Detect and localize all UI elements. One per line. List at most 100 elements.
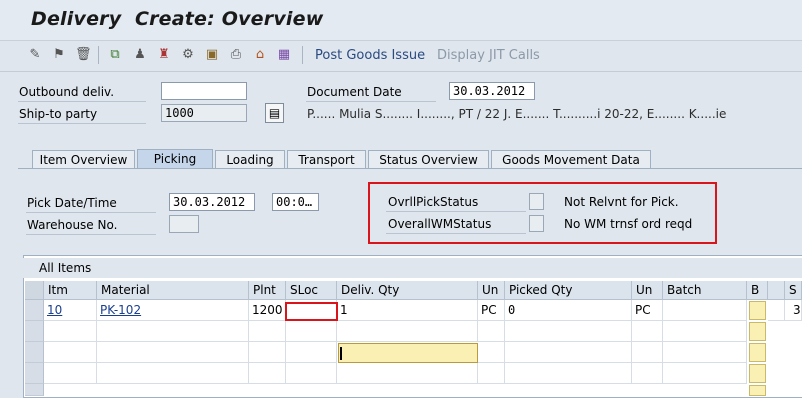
table-title-bar: All Items (23, 258, 802, 278)
empty-b-cell[interactable] (749, 364, 766, 383)
title-bar: Delivery Create: Overview (0, 0, 802, 41)
page-title: Delivery Create: Overview (31, 8, 324, 30)
tab-loading[interactable]: Loading (215, 150, 285, 169)
cell-un[interactable]: PC (478, 300, 505, 321)
ship-to-field: 1000 (161, 104, 247, 122)
home-icon[interactable]: ⌂ (252, 47, 268, 63)
empty-cell[interactable] (632, 321, 663, 342)
empty-cell[interactable] (249, 342, 286, 363)
print-icon[interactable]: ⎙ (228, 47, 244, 63)
empty-cell[interactable] (663, 342, 747, 363)
document-icon: ▤ (268, 106, 281, 120)
empty-cell[interactable] (478, 363, 505, 384)
post-goods-issue-button[interactable]: Post Goods Issue (315, 48, 425, 63)
edit-icon[interactable]: ✎ (27, 47, 43, 63)
col-header-picked-qty[interactable]: Picked Qty (505, 281, 632, 300)
col-header-un2[interactable]: Un (632, 281, 663, 300)
tab-item-overview[interactable]: Item Overview (32, 150, 135, 169)
cell-s[interactable]: 3 (785, 300, 802, 321)
ship-to-address: P...... Mulia S........ I........, PT / … (307, 107, 727, 121)
col-header-s[interactable]: S (785, 281, 802, 300)
cell-picked-qty[interactable]: 0 (505, 300, 632, 321)
ship-to-label: Ship-to party (19, 107, 98, 121)
col-header-batch[interactable]: Batch (663, 281, 747, 300)
item-link[interactable]: 10 (47, 303, 62, 317)
active-input-cell[interactable] (338, 343, 478, 363)
row-selector[interactable] (25, 384, 44, 396)
empty-cell[interactable] (97, 342, 249, 363)
empty-b-cell[interactable] (749, 322, 766, 341)
empty-b-cell[interactable] (749, 385, 766, 396)
tab-transport[interactable]: Transport (287, 150, 366, 169)
empty-cell[interactable] (505, 321, 632, 342)
empty-cell[interactable] (97, 363, 249, 384)
col-header-un[interactable]: Un (478, 281, 505, 300)
col-header-sloc[interactable]: SLoc (286, 281, 337, 300)
toolbar-separator (302, 46, 303, 64)
address-details-button[interactable]: ▤ (265, 103, 284, 123)
pick-time-field[interactable]: 00:0… (272, 193, 319, 211)
empty-cell[interactable] (337, 363, 478, 384)
empty-cell[interactable] (286, 342, 337, 363)
warehouse-label: Warehouse No. (27, 218, 118, 232)
cell-material[interactable]: PK-102 (97, 300, 249, 321)
empty-cell[interactable] (505, 363, 632, 384)
empty-cell[interactable] (44, 321, 97, 342)
partner-icon[interactable]: ♜ (156, 47, 172, 63)
flag-icon[interactable]: ⚑ (51, 47, 67, 63)
empty-cell[interactable] (478, 342, 505, 363)
row-selector[interactable] (25, 363, 44, 384)
person-icon[interactable]: ♟ (132, 47, 148, 63)
empty-cell[interactable] (249, 363, 286, 384)
empty-cell[interactable] (249, 321, 286, 342)
package-icon[interactable]: ▣ (204, 47, 220, 63)
empty-cell[interactable] (632, 363, 663, 384)
empty-cell[interactable] (286, 321, 337, 342)
row-selector[interactable] (25, 300, 44, 321)
cell-batch[interactable] (663, 300, 747, 321)
col-header-b[interactable]: B (747, 281, 768, 300)
tab-goods-movement-data[interactable]: Goods Movement Data (491, 150, 651, 169)
display-jit-calls-button[interactable]: Display JIT Calls (437, 48, 540, 63)
material-link[interactable]: PK-102 (100, 303, 141, 317)
pick-date-label: Pick Date/Time (27, 196, 117, 210)
select-all-cell[interactable] (25, 281, 44, 300)
empty-cell[interactable] (97, 321, 249, 342)
empty-b-cell[interactable] (749, 343, 766, 362)
pick-date-field[interactable]: 30.03.2012 (169, 193, 255, 211)
text-cursor (340, 347, 342, 360)
empty-cell[interactable] (286, 363, 337, 384)
row-selector[interactable] (25, 342, 44, 363)
empty-cell[interactable] (44, 363, 97, 384)
empty-cell[interactable] (632, 342, 663, 363)
toolbar-separator (98, 46, 99, 64)
outbound-deliv-field[interactable] (161, 82, 247, 100)
empty-cell[interactable] (478, 321, 505, 342)
document-date-field[interactable]: 30.03.2012 (449, 82, 535, 100)
tab-picking[interactable]: Picking (137, 149, 213, 170)
cell-plnt[interactable]: 1200 (249, 300, 286, 321)
delete-icon[interactable]: 🗑 (75, 47, 92, 63)
tab-status-overview[interactable]: Status Overview (368, 150, 489, 169)
empty-cell[interactable] (337, 321, 478, 342)
cell-b[interactable] (749, 301, 766, 320)
cell-itm[interactable]: 10 (44, 300, 97, 321)
col-header-deliv-qty[interactable]: Deliv. Qty (337, 281, 478, 300)
cell-deliv-qty[interactable]: 1 (337, 300, 478, 321)
col-header-material[interactable]: Material (97, 281, 249, 300)
row-selector[interactable] (25, 321, 44, 342)
empty-cell[interactable] (44, 342, 97, 363)
col-header-plnt[interactable]: Plnt (249, 281, 286, 300)
tools-icon[interactable]: ⚙ (180, 47, 196, 63)
outbound-deliv-label: Outbound deliv. (19, 85, 115, 99)
empty-cell[interactable] (505, 342, 632, 363)
grid-icon[interactable]: ▦ (276, 47, 292, 63)
save-local-icon[interactable]: ⧉ (107, 47, 123, 63)
empty-cell[interactable] (663, 321, 747, 342)
warehouse-field (169, 215, 199, 233)
cell-un2[interactable]: PC (632, 300, 663, 321)
cell-blank (768, 300, 785, 321)
table-title: All Items (39, 261, 92, 275)
col-header-itm[interactable]: Itm (44, 281, 97, 300)
empty-cell[interactable] (663, 363, 747, 384)
